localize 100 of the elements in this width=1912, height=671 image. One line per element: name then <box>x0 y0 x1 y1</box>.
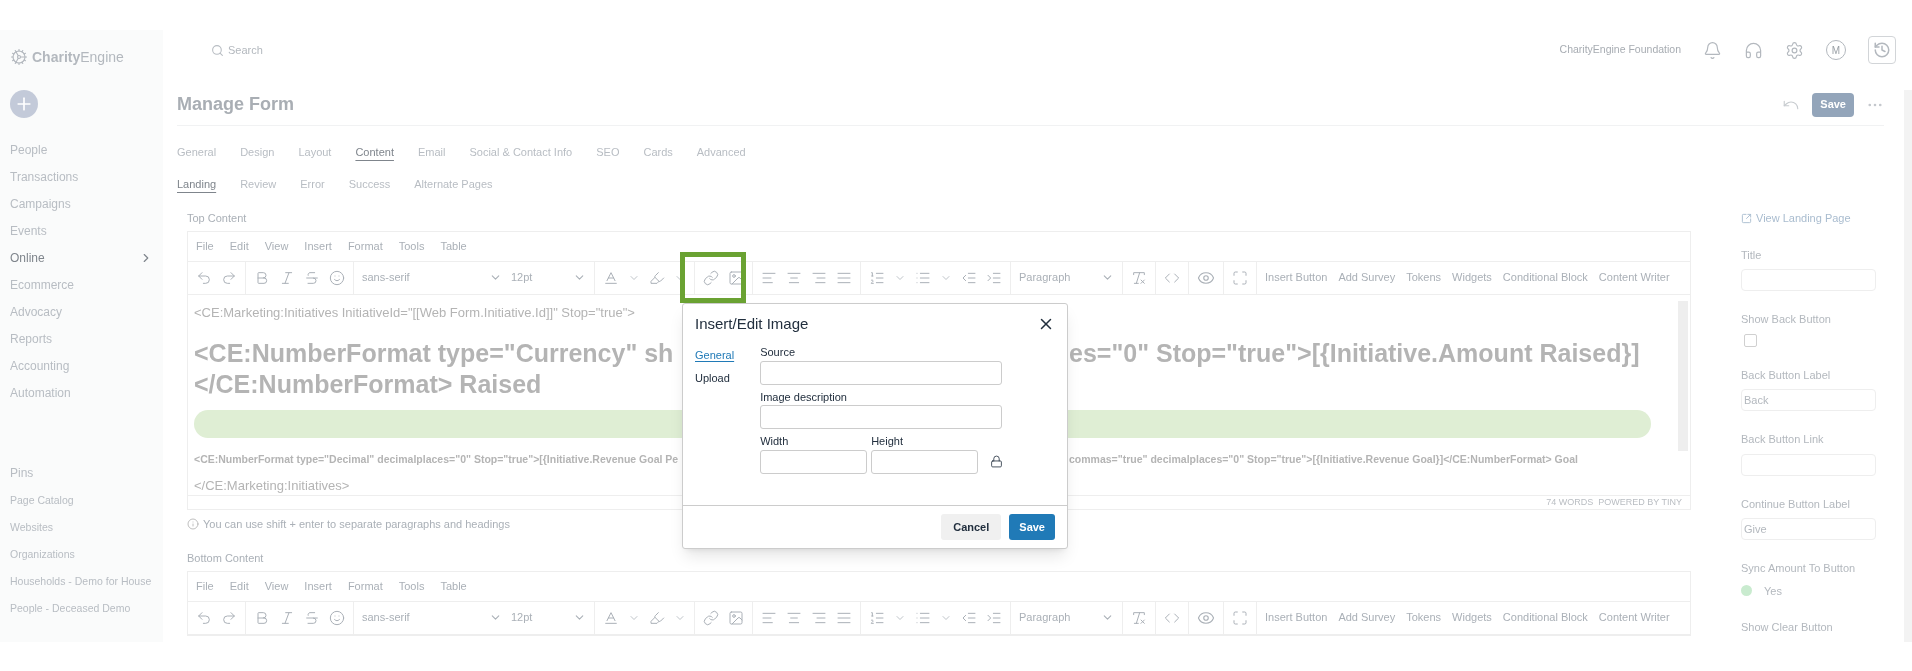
size-dropdown[interactable]: 12pt <box>511 609 586 626</box>
menu-item[interactable]: Format <box>347 577 383 595</box>
nav-item[interactable]: Automation <box>10 383 153 402</box>
menu-item[interactable]: Insert <box>304 577 332 595</box>
italic-icon[interactable] <box>279 269 295 286</box>
history-button[interactable] <box>1868 36 1896 64</box>
subtab[interactable]: Error <box>300 175 325 192</box>
width-field[interactable] <box>760 449 868 474</box>
toolbar-button[interactable]: Content Writer <box>1598 609 1670 626</box>
tab[interactable]: General <box>177 144 217 161</box>
fullscreen-icon[interactable] <box>1232 269 1248 286</box>
settings-icon[interactable] <box>1785 40 1804 60</box>
fullscreen-icon[interactable] <box>1232 609 1248 626</box>
toolbar-button[interactable]: Conditional Block <box>1502 269 1588 286</box>
menu-item[interactable]: View <box>264 577 289 595</box>
size-dropdown[interactable]: 12pt <box>511 269 586 286</box>
menu-item[interactable]: Table <box>440 577 467 595</box>
save-button[interactable]: Save <box>1812 92 1854 117</box>
nav-item[interactable]: Reports <box>10 329 153 348</box>
subtab[interactable]: Success <box>348 175 391 192</box>
bold-icon[interactable] <box>254 609 270 626</box>
height-field[interactable] <box>871 449 979 474</box>
nav-item[interactable]: Campaigns <box>10 194 153 213</box>
font-dropdown[interactable]: sans-serif <box>362 609 502 626</box>
redo-icon[interactable] <box>221 609 237 626</box>
link-icon[interactable] <box>703 609 719 626</box>
toolbar-button[interactable]: Content Writer <box>1598 269 1670 286</box>
radio-button[interactable] <box>1741 585 1752 597</box>
tab[interactable]: Advanced <box>696 144 746 161</box>
tab[interactable]: Social & Contact Info <box>469 144 573 161</box>
toolbar-button[interactable]: Add Survey <box>1338 269 1396 286</box>
dialog-tab[interactable]: General <box>695 347 735 364</box>
search-field[interactable]: Search <box>228 41 348 59</box>
emoji-icon[interactable] <box>329 609 345 626</box>
nav-item[interactable]: Accounting <box>10 356 153 375</box>
text-field[interactable]: Back <box>1741 389 1876 411</box>
save-button[interactable]: Save <box>1009 514 1055 540</box>
tab[interactable]: Design <box>240 144 275 161</box>
text-color-icon[interactable] <box>603 609 619 626</box>
cancel-button[interactable]: Cancel <box>941 514 1002 540</box>
source-field[interactable] <box>760 360 1003 385</box>
text-field[interactable]: Give <box>1741 518 1876 540</box>
emoji-icon[interactable] <box>329 269 345 286</box>
add-button[interactable] <box>10 90 38 118</box>
checkbox[interactable] <box>1744 333 1757 347</box>
font-dropdown[interactable]: sans-serif <box>362 269 502 286</box>
headset-icon[interactable] <box>1744 40 1763 60</box>
menu-item[interactable]: View <box>264 237 289 255</box>
toolbar-button[interactable]: Insert Button <box>1265 269 1328 286</box>
toolbar-button[interactable]: Tokens <box>1406 269 1442 286</box>
tab[interactable]: Content <box>355 144 394 161</box>
subtab[interactable]: Alternate Pages <box>414 175 493 192</box>
bell-icon[interactable] <box>1703 40 1722 60</box>
highlight-icon[interactable] <box>649 609 665 626</box>
bold-icon[interactable] <box>254 269 270 286</box>
pinned-item[interactable]: People - Deceased Demo <box>10 599 153 618</box>
block-dropdown[interactable]: Paragraph <box>1019 269 1114 286</box>
text-color-icon[interactable] <box>603 269 619 286</box>
toolbar-button[interactable]: Add Survey <box>1338 609 1396 626</box>
nav-item[interactable]: Advocacy <box>10 302 153 321</box>
menu-item[interactable]: Table <box>440 237 467 255</box>
italic-icon[interactable] <box>279 609 295 626</box>
lock-icon[interactable] <box>990 454 1004 468</box>
pinned-item[interactable]: Households - Demo for House <box>10 572 153 591</box>
menu-item[interactable]: File <box>196 577 214 595</box>
nav-item[interactable]: People <box>10 140 153 159</box>
link-icon[interactable] <box>703 269 719 286</box>
nav-item[interactable]: Online <box>10 248 153 267</box>
undo-icon[interactable] <box>196 269 212 286</box>
numbered-list-icon[interactable] <box>869 609 885 626</box>
tab[interactable]: SEO <box>596 144 620 161</box>
menu-item[interactable]: Insert <box>304 237 332 255</box>
pinned-item[interactable]: Page Catalog <box>10 491 153 510</box>
toolbar-button[interactable]: Widgets <box>1452 609 1492 626</box>
menu-item[interactable]: File <box>196 237 214 255</box>
redo-icon[interactable] <box>221 269 237 286</box>
numbered-list-icon[interactable] <box>869 269 885 286</box>
pinned-item[interactable]: Organizations <box>10 545 153 564</box>
clear-format-icon[interactable] <box>1131 269 1147 286</box>
menu-item[interactable]: Tools <box>398 237 425 255</box>
block-dropdown[interactable]: Paragraph <box>1019 609 1114 626</box>
tab[interactable]: Cards <box>643 144 673 161</box>
image-icon[interactable] <box>728 269 744 286</box>
view-page-link[interactable]: View Landing Page <box>1741 210 1881 227</box>
highlight-icon[interactable] <box>649 269 665 286</box>
tab[interactable]: Layout <box>298 144 332 161</box>
toolbar-button[interactable]: Widgets <box>1452 269 1492 286</box>
subtab[interactable]: Landing <box>177 175 217 192</box>
pinned-item[interactable]: Websites <box>10 518 153 537</box>
strikethrough-icon[interactable] <box>304 269 320 286</box>
nav-item[interactable]: Transactions <box>10 167 153 186</box>
toolbar-button[interactable]: Insert Button <box>1265 609 1328 626</box>
menu-item[interactable]: Format <box>347 237 383 255</box>
menu-item[interactable]: Edit <box>229 237 249 255</box>
toolbar-button[interactable]: Conditional Block <box>1502 609 1588 626</box>
undo-icon[interactable] <box>196 609 212 626</box>
subtab[interactable]: Review <box>240 175 277 192</box>
description-field[interactable] <box>760 405 1003 429</box>
toolbar-button[interactable]: Tokens <box>1406 609 1442 626</box>
image-icon[interactable] <box>728 609 744 626</box>
